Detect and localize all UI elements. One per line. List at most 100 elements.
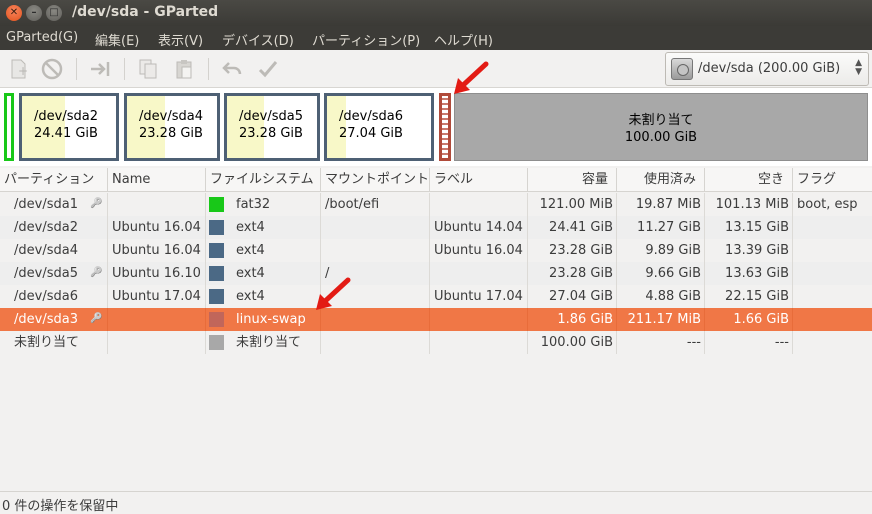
cell-name: Ubuntu 16.04 [112,220,201,235]
partition-block-name: /dev/sda4 [139,109,203,124]
new-partition-icon[interactable]: + [6,57,30,81]
cell-flags [797,216,872,239]
cell-size: 27.04 GiB [549,289,613,304]
cell-filesystem: 未割り当て [236,335,302,350]
undo-icon[interactable] [220,57,244,81]
table-row[interactable]: 未割り当て 未割り当て 100.00 GiB --- --- [0,331,872,354]
column-divider [792,262,793,285]
column-divider [792,239,793,262]
col-label[interactable]: ラベル [430,168,528,192]
cell-used: 4.88 GiB [645,289,701,304]
col-size[interactable]: 容量 [528,168,617,192]
red-arrow-icon [448,60,492,106]
col-free[interactable]: 空き [705,168,793,192]
filesystem-color-swatch [209,266,224,281]
cell-name: Ubuntu 16.04 [112,243,201,258]
copy-icon[interactable] [136,57,160,81]
column-divider [429,331,430,354]
column-divider [107,331,108,354]
cell-flags [797,331,872,354]
maximize-icon[interactable]: □ [46,5,62,21]
cell-flags [797,262,872,285]
cell-partition: /dev/sda6 [14,289,78,304]
apply-icon[interactable] [256,57,280,81]
status-bar: 0 件の操作を保留中 [0,491,872,514]
cell-mountpoint: /boot/efi [325,197,380,212]
table-row[interactable]: /dev/sda5 Ubuntu 16.10 ext4/23.28 GiB 9.66 … [0,262,872,285]
cell-flags [797,239,872,262]
cell-filesystem: ext4 [236,243,265,258]
delete-icon[interactable] [40,57,64,81]
cell-used: 211.17 MiB [627,312,701,327]
resize-move-icon[interactable] [88,57,112,81]
unallocated-label: 未割り当て [628,113,694,128]
cell-used: 19.87 MiB [635,197,701,212]
partition-block-size: 23.28 GiB [239,126,303,141]
cell-flags [797,308,872,331]
column-divider [107,193,108,216]
menu-gparted[interactable]: GParted(G) [6,30,78,45]
menu-view[interactable]: 表示(V) [158,30,203,49]
col-used[interactable]: 使用済み [617,168,705,192]
col-filesystem[interactable]: ファイルシステム [206,168,321,192]
menu-device[interactable]: デバイス(D) [222,30,294,49]
cell-label [434,193,527,216]
cell-flags: boot, esp [797,197,858,212]
partition-block-sda2[interactable]: /dev/sda2 24.41 GiB [19,93,119,161]
red-arrow-icon [310,276,354,322]
partition-block-sda6[interactable]: /dev/sda6 27.04 GiB [324,93,434,161]
device-selector[interactable]: /dev/sda (200.00 GiB) ▲ ▼ [665,52,869,86]
partition-block-name: /dev/sda2 [34,109,98,124]
column-divider [429,308,430,331]
key-icon: 🔑 [90,267,103,278]
table-row[interactable]: /dev/sda6 Ubuntu 17.04 ext4 Ubuntu 17.04 27.… [0,285,872,308]
menu-partition[interactable]: パーティション(P) [312,30,420,49]
cell-size: 23.28 GiB [549,243,613,258]
column-divider [107,308,108,331]
col-flags[interactable]: フラグ [793,168,872,192]
col-partition[interactable]: パーティション [0,168,108,192]
cell-filesystem: fat32 [236,197,271,212]
cell-name: Ubuntu 16.10 [112,266,201,281]
table-row[interactable]: /dev/sda2 Ubuntu 16.04 ext4 Ubuntu 14.04 24.… [0,216,872,239]
filesystem-color-swatch [209,312,224,327]
cell-label: Ubuntu 16.04 [434,243,523,258]
cell-used: 9.66 GiB [645,266,701,281]
column-divider [107,216,108,239]
minimize-icon[interactable]: – [26,5,42,21]
cell-free: 1.66 GiB [733,312,789,327]
cell-mountpoint [325,216,429,239]
filesystem-color-swatch [209,335,224,350]
column-divider [107,285,108,308]
filesystem-color-swatch [209,243,224,258]
toolbar-separator [76,58,77,80]
partition-block-sda5[interactable]: /dev/sda5 23.28 GiB [224,93,320,161]
cell-label: Ubuntu 17.04 [434,289,523,304]
toolbar-separator [208,58,209,80]
menu-help[interactable]: ヘルプ(H) [434,30,493,49]
column-divider [792,331,793,354]
col-mountpoint[interactable]: マウントポイント [321,168,430,192]
menu-edit[interactable]: 編集(E) [95,30,139,49]
partition-block-sda4[interactable]: /dev/sda4 23.28 GiB [124,93,220,161]
table-row[interactable]: /dev/sda3 linux-swap 1.86 GiB 211.17 MiB 1.6… [0,308,872,331]
column-divider [320,239,321,262]
svg-text:+: + [18,64,28,78]
cell-size: 24.41 GiB [549,220,613,235]
cell-filesystem: linux-swap [236,312,306,327]
table-row[interactable]: /dev/sda4 Ubuntu 16.04 ext4 Ubuntu 16.04 23.… [0,239,872,262]
partition-block-size: 23.28 GiB [139,126,203,141]
partition-block-size: 24.41 GiB [34,126,98,141]
cell-free: 13.39 GiB [725,243,789,258]
paste-icon[interactable] [172,57,196,81]
cell-free: 13.63 GiB [725,266,789,281]
cell-name [112,193,206,216]
close-icon[interactable]: ✕ [6,5,22,21]
table-row[interactable]: /dev/sda1 fat32/boot/efi 121.00 MiB 19.87 M… [0,193,872,216]
col-name[interactable]: Name [108,168,206,192]
column-divider [429,262,430,285]
menu-bar: GParted(G) 編集(E) 表示(V) デバイス(D) パーティション(P… [0,26,872,50]
partition-block-sda1[interactable] [4,93,14,161]
column-divider [320,193,321,216]
partition-block-unallocated[interactable]: 未割り当て 100.00 GiB [454,93,868,161]
